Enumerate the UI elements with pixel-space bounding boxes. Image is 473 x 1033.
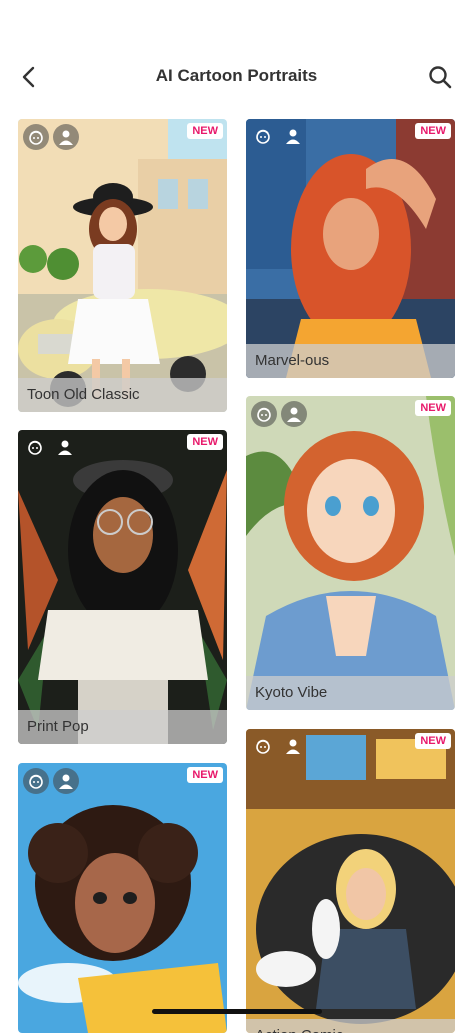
card-image xyxy=(18,430,227,744)
face-icon xyxy=(252,125,274,147)
new-badge: NEW xyxy=(187,434,223,450)
card-label: Kyoto Vibe xyxy=(246,676,455,710)
person-icon xyxy=(53,124,79,150)
search-button[interactable] xyxy=(425,62,455,92)
style-card-toon-old-classic[interactable]: NEW Toon Old Classic xyxy=(18,119,227,412)
new-badge: NEW xyxy=(187,767,223,783)
face-icon xyxy=(252,735,274,757)
card-image xyxy=(18,119,227,412)
card-image xyxy=(246,119,455,378)
card-label: Print Pop xyxy=(18,710,227,744)
card-label: Marvel-ous xyxy=(246,344,455,378)
style-card-kyoto-vibe[interactable]: NEW Kyoto Vibe xyxy=(246,396,455,710)
person-icon xyxy=(281,401,307,427)
search-icon xyxy=(429,66,452,89)
card-label: Action Comic xyxy=(246,1019,455,1033)
face-icon xyxy=(23,124,49,150)
new-badge: NEW xyxy=(415,400,451,416)
face-icon xyxy=(24,436,46,458)
new-badge: NEW xyxy=(415,123,451,139)
card-image xyxy=(246,396,455,710)
style-card-action-comic[interactable]: NEW Action Comic xyxy=(246,729,455,1033)
person-icon xyxy=(282,735,304,757)
person-icon xyxy=(54,436,76,458)
home-indicator[interactable] xyxy=(152,1009,322,1014)
style-card-print-pop[interactable]: NEW Print Pop xyxy=(18,430,227,744)
card-label: Toon Old Classic xyxy=(18,378,227,412)
new-badge: NEW xyxy=(187,123,223,139)
top-bar: AI Cartoon Portraits xyxy=(0,52,473,102)
person-icon xyxy=(282,125,304,147)
new-badge: NEW xyxy=(415,733,451,749)
style-card-5[interactable]: NEW xyxy=(18,763,227,1033)
page-title: AI Cartoon Portraits xyxy=(155,66,318,85)
person-icon xyxy=(53,768,79,794)
face-icon xyxy=(251,401,277,427)
card-image xyxy=(18,763,227,1033)
face-icon xyxy=(23,768,49,794)
card-image xyxy=(246,729,455,1033)
style-card-marvel-ous[interactable]: NEW Marvel-ous xyxy=(246,119,455,378)
